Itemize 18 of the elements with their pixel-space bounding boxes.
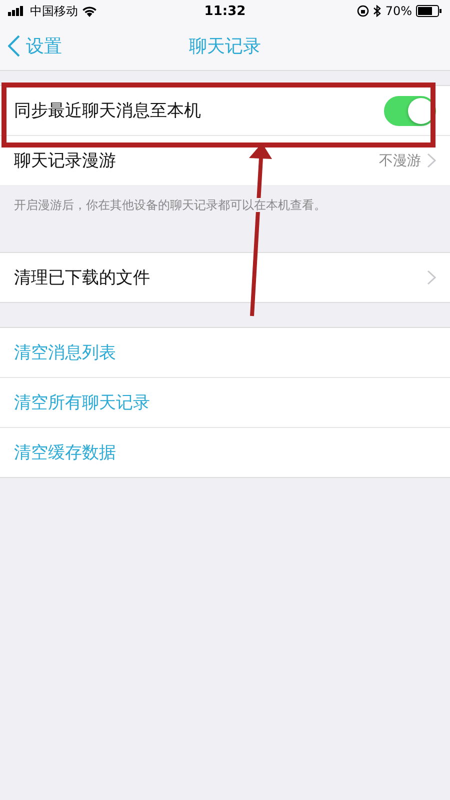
chevron-icon (427, 153, 436, 168)
battery-percent: 70% (385, 4, 412, 18)
back-button[interactable]: 设置 (0, 33, 68, 59)
wifi-icon (82, 6, 97, 16)
rotation-lock-icon (357, 5, 370, 17)
action-row[interactable]: 清空缓存数据 (0, 427, 450, 477)
settings-row[interactable]: 清理已下载的文件 (0, 253, 450, 302)
bluetooth-icon (373, 5, 382, 17)
chevron-icon (427, 270, 436, 285)
signal-icon (8, 6, 26, 16)
clock-time: 11:32 (204, 4, 246, 18)
settings-row[interactable]: 同步最近聊天消息至本机 (0, 86, 450, 135)
battery-icon (416, 5, 442, 17)
page-title: 聊天记录 (189, 36, 261, 57)
action-row[interactable]: 清空所有聊天记录 (0, 377, 450, 427)
back-chevron-icon (8, 35, 20, 57)
carrier-name: 中国移动 (30, 2, 78, 20)
action-row[interactable]: 清空消息列表 (0, 328, 450, 377)
